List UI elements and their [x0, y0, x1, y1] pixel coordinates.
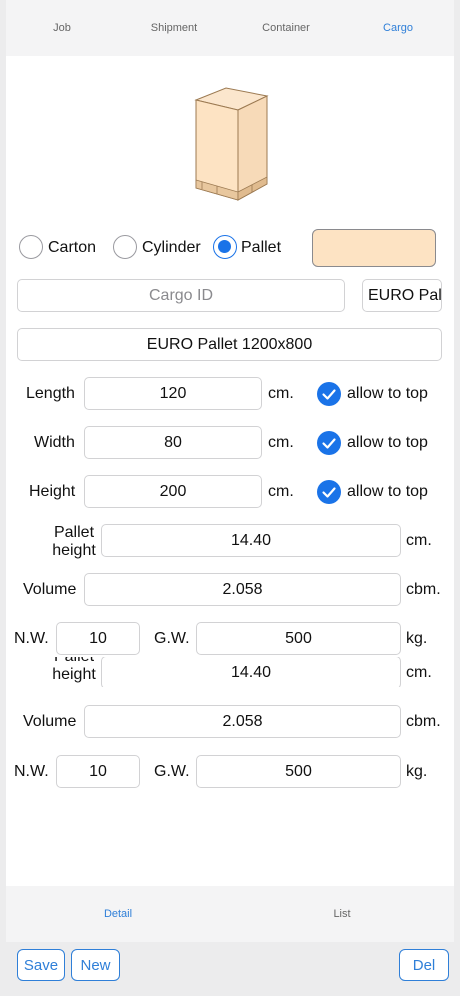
volume-unit: cbm.: [406, 580, 441, 598]
carton-label: Carton: [48, 239, 97, 256]
top-tab-bar: Job Shipment Container Cargo: [6, 0, 454, 56]
nw-input[interactable]: 10: [56, 622, 140, 655]
tab-container[interactable]: Container: [230, 0, 342, 56]
cylinder-radio[interactable]: [113, 235, 137, 259]
dup-gw-input[interactable]: 500: [196, 755, 401, 788]
volume-input[interactable]: 2.058: [84, 573, 401, 606]
cargo-id-input[interactable]: Cargo ID: [17, 279, 345, 312]
pallet-box-preview: [194, 87, 269, 201]
length-allow-label: allow to top: [347, 384, 428, 402]
cargo-detail-panel: Carton Cylinder Pallet Cargo ID EURO Pal…: [6, 56, 454, 886]
volume-label: Volume: [23, 580, 77, 598]
delete-button[interactable]: Del: [399, 949, 449, 981]
length-input[interactable]: 120: [84, 377, 262, 410]
tab-detail[interactable]: Detail: [6, 886, 230, 942]
dup-pallet-height-input[interactable]: 14.40: [101, 657, 401, 687]
duplicate-pallet-height-row: Pallet height 14.40 cm.: [6, 657, 454, 687]
height-allow-label: allow to top: [347, 482, 428, 500]
checkmark-icon: [322, 487, 336, 498]
tab-shipment[interactable]: Shipment: [118, 0, 230, 56]
dup-pallet-height-label: Pallet height: [52, 657, 96, 683]
bottom-tab-bar: Detail List: [6, 886, 454, 942]
pallet-height-unit: cm.: [406, 531, 432, 549]
carton-radio[interactable]: [19, 235, 43, 259]
width-unit: cm.: [268, 433, 294, 451]
tab-job[interactable]: Job: [6, 0, 118, 56]
dup-volume-unit: cbm.: [406, 712, 441, 730]
new-button[interactable]: New: [71, 949, 120, 981]
dup-nw-input[interactable]: 10: [56, 755, 140, 788]
gw-label: G.W.: [154, 629, 190, 647]
pallet-type-button[interactable]: EURO Pal: [362, 279, 442, 312]
pallet-height-label: Pallet height: [52, 524, 96, 559]
save-button[interactable]: Save: [17, 949, 65, 981]
width-label: Width: [34, 433, 75, 451]
dup-volume-label: Volume: [23, 712, 77, 730]
dup-gw-label: G.W.: [154, 762, 190, 780]
length-allow-checkbox[interactable]: [317, 382, 341, 406]
pallet-height-input[interactable]: 14.40: [101, 524, 401, 557]
dup-nw-label: N.W.: [14, 762, 49, 780]
gw-input[interactable]: 500: [196, 622, 401, 655]
color-swatch-button[interactable]: [312, 229, 436, 267]
height-unit: cm.: [268, 482, 294, 500]
length-label: Length: [26, 384, 75, 402]
checkmark-icon: [322, 389, 336, 400]
tab-cargo[interactable]: Cargo: [342, 0, 454, 56]
checkmark-icon: [322, 438, 336, 449]
height-label: Height: [29, 482, 76, 500]
cylinder-label: Cylinder: [142, 239, 201, 256]
tab-list[interactable]: List: [230, 886, 454, 942]
nw-label: N.W.: [14, 629, 49, 647]
pallet-radio[interactable]: [213, 235, 237, 259]
height-input[interactable]: 200: [84, 475, 262, 508]
width-allow-checkbox[interactable]: [317, 431, 341, 455]
weight-unit: kg.: [406, 629, 428, 647]
dup-volume-input[interactable]: 2.058: [84, 705, 401, 738]
length-unit: cm.: [268, 384, 294, 402]
dup-pallet-height-unit: cm.: [406, 663, 432, 681]
pallet-label: Pallet: [241, 239, 282, 256]
height-allow-checkbox[interactable]: [317, 480, 341, 504]
width-input[interactable]: 80: [84, 426, 262, 459]
pallet-name-field[interactable]: EURO Pallet 1200x800: [17, 328, 442, 361]
width-allow-label: allow to top: [347, 433, 428, 451]
dup-weight-unit: kg.: [406, 762, 428, 780]
